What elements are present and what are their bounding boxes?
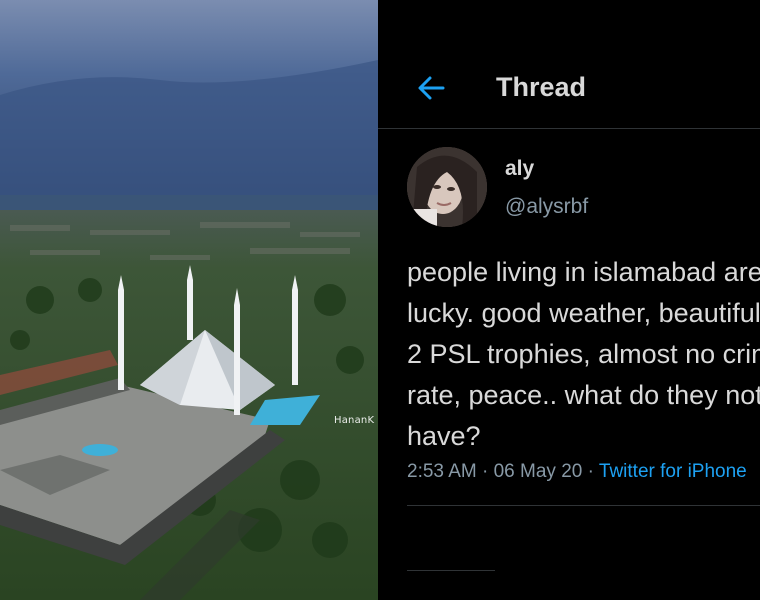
avatar-image: [407, 147, 487, 227]
tweet-line: have?: [407, 421, 481, 451]
meta-separator: ·: [476, 461, 494, 482]
tweet-date[interactable]: 06 May 20: [494, 461, 583, 482]
tweet-panel: Thread aly @alysrbf people living in isl…: [378, 0, 760, 600]
meta-separator: ·: [582, 461, 599, 482]
tweet-text: people living in islamabad are lucky. go…: [407, 252, 760, 457]
thread-header: Thread: [378, 0, 760, 129]
tweet-metadata: 2:53 AM · 06 May 20 · Twitter for iPhone: [407, 461, 747, 483]
tweet-line: 2 PSL trophies, almost no crime: [407, 339, 760, 369]
divider: [407, 570, 495, 571]
mosque-illustration: [0, 0, 378, 600]
avatar[interactable]: [407, 147, 487, 227]
back-button[interactable]: [416, 74, 446, 102]
photo-watermark: HananK: [334, 415, 375, 426]
tweet-line: lucky. good weather, beautiful: [407, 298, 760, 328]
tweet-line: people living in islamabad are: [407, 257, 760, 287]
divider: [407, 505, 760, 506]
tweet-time[interactable]: 2:53 AM: [407, 461, 477, 482]
tweet-line: rate, peace.. what do they not: [407, 380, 760, 410]
mosque-photo: HananK: [0, 0, 378, 600]
author-name[interactable]: aly: [505, 157, 534, 181]
author-handle[interactable]: @alysrbf: [505, 195, 588, 219]
page-title: Thread: [496, 72, 587, 102]
arrow-left-icon: [418, 76, 445, 100]
tweet-source-link[interactable]: Twitter for iPhone: [599, 461, 747, 482]
